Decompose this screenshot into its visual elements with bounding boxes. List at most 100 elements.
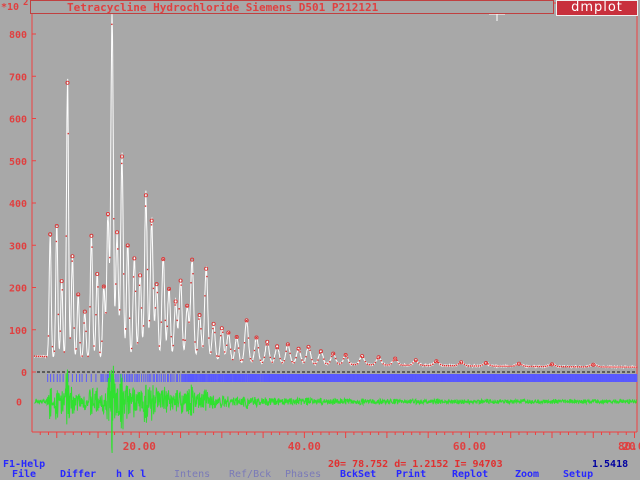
menu-item-h-k-l[interactable]: h K l [116,469,146,480]
calculated-point [269,356,272,359]
calculated-point [313,362,315,365]
calculated-point [196,348,198,351]
calculated-point [558,365,561,368]
menu-item-bckset[interactable]: BckSet [340,469,376,480]
calculated-point [59,330,62,332]
calculated-point [51,345,54,348]
calculated-point [404,364,406,366]
calculated-point [390,363,392,365]
calculated-point [184,339,186,342]
calculated-point [267,344,270,346]
menu-item-replot[interactable]: Replot [452,469,488,480]
calculated-point [346,357,349,359]
calculated-point [37,355,40,358]
calculated-point [174,304,176,306]
y-tick-label: 400 [9,199,27,210]
calculated-point [132,276,135,278]
menu-item-zoom[interactable]: Zoom [515,469,539,480]
calculated-point [200,328,202,330]
calculated-point [41,355,44,358]
calculated-point [331,355,333,358]
calculated-point [465,364,468,367]
calculated-point [65,235,67,237]
calculated-point [572,366,575,368]
calculated-point [539,365,541,368]
calculated-point [628,366,630,368]
calculated-point [531,365,533,368]
calculated-point [178,308,180,310]
calculated-point [261,361,264,364]
calculated-point [580,366,583,368]
calculated-point [295,356,297,359]
y-tick-label: 600 [9,115,27,126]
calculated-point [85,330,87,333]
calculated-point [550,363,553,366]
calculated-point [83,322,85,324]
calculated-point [73,327,75,329]
calculated-point [632,366,634,368]
calculated-point [176,319,178,322]
y-tick-label: 200 [9,284,27,295]
menu-item-phases[interactable]: Phases [285,469,321,480]
calculated-point [620,366,622,368]
calculated-point [564,366,567,368]
calculated-point [388,364,390,366]
calculated-point [370,364,373,366]
calculated-point [303,361,305,363]
menu-item-differ[interactable]: Differ [60,469,96,480]
calculated-point [279,357,281,360]
calculated-point [463,363,466,365]
calculated-point [447,365,450,367]
calculated-point [636,366,638,368]
menu-item-setup[interactable]: Setup [563,469,593,480]
calculated-point [180,284,182,286]
calculated-point [562,366,565,368]
calculated-point [598,365,600,368]
menu-item-file[interactable]: File [12,469,36,480]
x-tick-label: 40.00 [288,440,321,453]
calculated-point [245,319,248,322]
calculated-point [150,224,153,226]
menu-item-ref-bck[interactable]: Ref/Bck [229,469,271,480]
calculated-point [243,342,246,344]
calculated-point [192,273,194,275]
calculated-point [457,363,460,365]
powder-pattern-plot[interactable]: 0 100 200 300 400 500 600 700 800 0 20.00 40.00 60.0… [0,0,640,456]
calculated-point [406,364,408,366]
calculated-point [554,364,557,367]
calculated-point [473,365,476,367]
calculated-point [198,318,200,320]
calculated-point [124,328,127,330]
calculated-point [410,363,412,366]
calculated-point [542,365,545,368]
calculated-point [299,351,301,353]
calculated-point [467,365,470,367]
calculated-point [479,365,481,367]
calculated-point [210,351,212,353]
calculated-point [566,366,569,368]
calculated-point [87,355,89,358]
calculated-point [469,365,472,367]
calculated-point [455,364,458,366]
calculated-point [614,366,616,368]
calculated-point [105,312,107,314]
calculated-point [247,337,250,339]
x-tick-label: 20 [622,440,635,453]
calculated-point [556,365,559,367]
calculated-point [220,334,222,337]
calculated-point [53,350,56,352]
calculated-point [336,362,339,364]
menu-item-print[interactable]: Print [396,469,426,480]
calculated-point [158,345,161,347]
calculated-point [560,365,563,368]
calculated-point [544,365,547,368]
calculated-point [606,366,608,368]
calculated-point [190,282,192,284]
calculated-point [521,364,523,366]
menu-item-intens[interactable]: Intens [174,469,210,480]
calculated-point [582,366,584,368]
calculated-point [55,240,58,243]
calculated-point [342,358,345,360]
calculated-point [382,363,384,365]
calculated-point [507,365,509,367]
